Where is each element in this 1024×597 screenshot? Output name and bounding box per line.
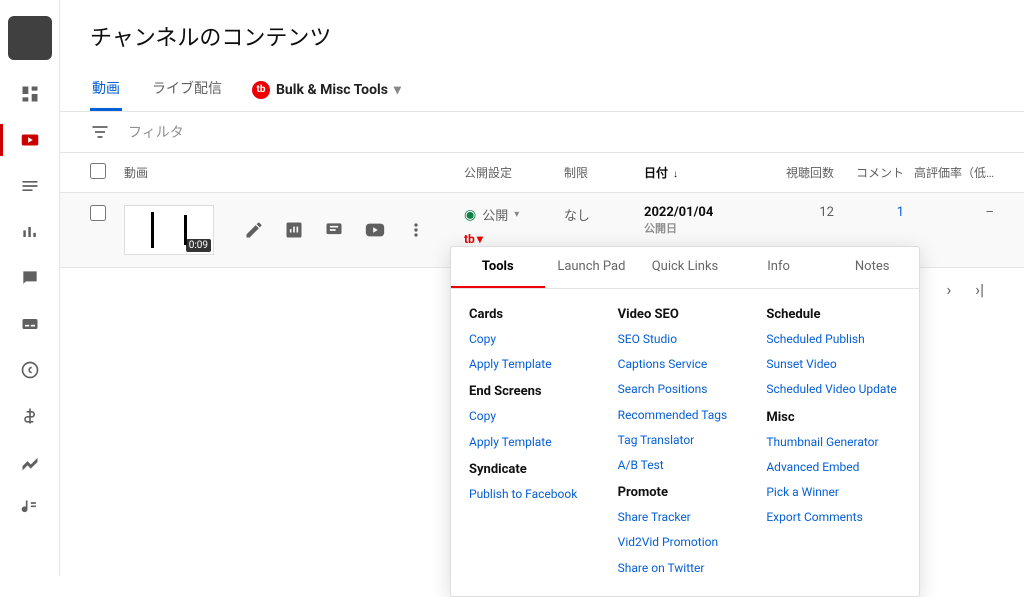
row-checkbox[interactable]: [90, 205, 106, 221]
endscreens-heading: End Screens: [469, 384, 604, 399]
filter-bar: フィルタ: [60, 112, 1024, 153]
bulk-tools-tab[interactable]: tb Bulk & Misc Tools ▾: [252, 81, 401, 99]
dd-tab-quicklinks[interactable]: Quick Links: [638, 247, 732, 288]
analytics-icon[interactable]: [284, 220, 304, 240]
tab-videos[interactable]: 動画: [90, 68, 122, 111]
thumbnail-generator-link[interactable]: Thumbnail Generator: [766, 433, 901, 452]
col-comments[interactable]: コメント: [834, 164, 904, 181]
content-icon[interactable]: [18, 128, 42, 152]
col-video[interactable]: 動画: [124, 164, 464, 181]
advanced-embed-link[interactable]: Advanced Embed: [766, 458, 901, 477]
table-header: 動画 公開設定 制限 日付 ↓ 視聴回数 コメント 高評価率（低…: [60, 153, 1024, 193]
public-eye-icon: ◉: [464, 207, 476, 223]
monetization-icon[interactable]: [18, 404, 42, 428]
restrict-cell: なし: [564, 205, 644, 224]
more-icon[interactable]: [406, 220, 426, 240]
tag-translator-link[interactable]: Tag Translator: [618, 431, 753, 450]
channel-avatar[interactable]: [8, 16, 52, 60]
tab-live[interactable]: ライブ配信: [150, 68, 224, 111]
share-tracker-link[interactable]: Share Tracker: [618, 508, 753, 527]
page-title: チャンネルのコンテンツ: [90, 20, 994, 52]
export-comments-link[interactable]: Export Comments: [766, 508, 901, 527]
scheduled-update-link[interactable]: Scheduled Video Update: [766, 380, 901, 399]
video-thumbnail[interactable]: 0:09: [124, 205, 214, 255]
page-header: チャンネルのコンテンツ: [60, 0, 1024, 60]
row-actions: [244, 219, 426, 241]
dropdown-tabs: Tools Launch Pad Quick Links Info Notes: [451, 247, 919, 289]
audio-icon[interactable]: [18, 496, 42, 520]
col-restrict[interactable]: 制限: [564, 164, 644, 181]
col-views[interactable]: 視聴回数: [754, 164, 834, 181]
views-cell: 12: [754, 205, 834, 220]
schedule-heading: Schedule: [766, 307, 901, 322]
promote-heading: Promote: [618, 485, 753, 500]
cards-heading: Cards: [469, 307, 604, 322]
select-all-checkbox[interactable]: [90, 163, 106, 179]
misc-heading: Misc: [766, 410, 901, 425]
comments-cell[interactable]: 1: [834, 205, 904, 220]
date-cell: 2022/01/04 公開日: [644, 205, 754, 236]
filter-placeholder[interactable]: フィルタ: [128, 122, 184, 142]
captions-service-link[interactable]: Captions Service: [618, 355, 753, 374]
syndicate-heading: Syndicate: [469, 462, 604, 477]
tubebuddy-dropdown: Tools Launch Pad Quick Links Info Notes …: [450, 246, 920, 597]
duration-badge: 0:09: [186, 239, 211, 252]
tubebuddy-badge-icon: tb: [252, 81, 270, 99]
dd-tab-notes[interactable]: Notes: [825, 247, 919, 288]
next-page-icon[interactable]: ›: [946, 280, 951, 299]
sunset-video-link[interactable]: Sunset Video: [766, 355, 901, 374]
bulk-tools-label: Bulk & Misc Tools: [276, 82, 388, 98]
comments-icon[interactable]: [324, 220, 344, 240]
subtitles-icon[interactable]: [18, 312, 42, 336]
visibility-cell: ◉ 公開 ▾ tb▾: [464, 205, 564, 246]
share-twitter-link[interactable]: Share on Twitter: [618, 559, 753, 578]
copyright-icon[interactable]: [18, 358, 42, 382]
visibility-label[interactable]: 公開: [482, 205, 508, 224]
col-date[interactable]: 日付 ↓: [644, 164, 754, 181]
dd-tab-tools[interactable]: Tools: [451, 247, 545, 288]
sort-arrow-icon: ↓: [673, 169, 678, 180]
recommended-tags-link[interactable]: Recommended Tags: [618, 406, 753, 425]
scheduled-publish-link[interactable]: Scheduled Publish: [766, 330, 901, 349]
dashboard-icon[interactable]: [18, 82, 42, 106]
cards-apply-link[interactable]: Apply Template: [469, 355, 604, 374]
content-tabs: 動画 ライブ配信 tb Bulk & Misc Tools ▾: [60, 60, 1024, 112]
customize-icon[interactable]: [18, 450, 42, 474]
comments-icon[interactable]: [18, 266, 42, 290]
search-positions-link[interactable]: Search Positions: [618, 380, 753, 399]
last-page-icon[interactable]: ›|: [975, 280, 984, 299]
dropdown-body: Cards Copy Apply Template End Screens Co…: [451, 289, 919, 596]
tubebuddy-row-trigger[interactable]: tb▾: [464, 232, 564, 246]
publish-facebook-link[interactable]: Publish to Facebook: [469, 485, 604, 504]
likes-cell: –: [904, 205, 994, 220]
col-likes[interactable]: 高評価率（低…: [904, 164, 994, 181]
endscreens-copy-link[interactable]: Copy: [469, 407, 604, 426]
filter-icon[interactable]: [90, 122, 110, 142]
playlist-icon[interactable]: [18, 174, 42, 198]
left-rail: [0, 0, 60, 576]
youtube-icon[interactable]: [364, 219, 386, 241]
chevron-down-icon[interactable]: ▾: [514, 209, 519, 220]
chevron-down-icon: ▾: [394, 82, 401, 98]
ab-test-link[interactable]: A/B Test: [618, 456, 753, 475]
cards-copy-link[interactable]: Copy: [469, 330, 604, 349]
seo-studio-link[interactable]: SEO Studio: [618, 330, 753, 349]
vid2vid-link[interactable]: Vid2Vid Promotion: [618, 533, 753, 552]
videoseo-heading: Video SEO: [618, 307, 753, 322]
col-visibility[interactable]: 公開設定: [464, 164, 564, 181]
pick-winner-link[interactable]: Pick a Winner: [766, 483, 901, 502]
dd-tab-launchpad[interactable]: Launch Pad: [545, 247, 639, 288]
analytics-icon[interactable]: [18, 220, 42, 244]
endscreens-apply-link[interactable]: Apply Template: [469, 433, 604, 452]
edit-icon[interactable]: [244, 220, 264, 240]
dd-tab-info[interactable]: Info: [732, 247, 826, 288]
